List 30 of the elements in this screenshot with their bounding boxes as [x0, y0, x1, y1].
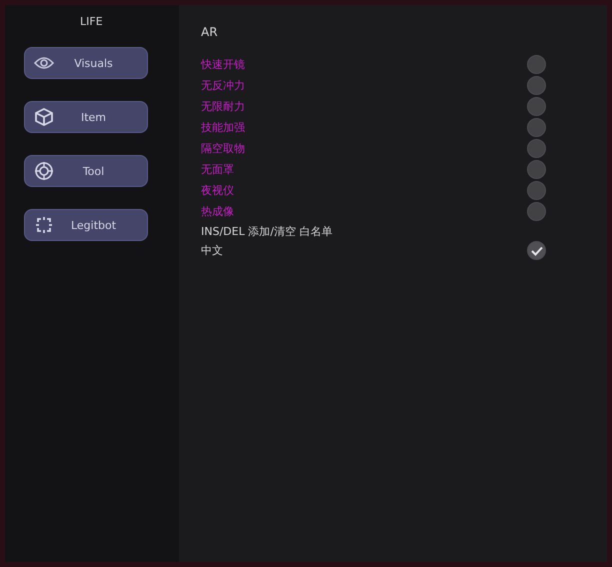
checkbox[interactable] [527, 55, 546, 74]
checkmark-icon [530, 246, 542, 256]
nav-button[interactable]: Item [24, 101, 148, 133]
option-label: 无面罩 [201, 162, 234, 177]
checkbox[interactable] [527, 118, 546, 137]
option-label: 无反冲力 [201, 78, 245, 93]
option-label: INS/DEL 添加/清空 白名单 [201, 224, 332, 238]
menu-title: LIFE [80, 15, 103, 28]
option-label: 中文 [201, 243, 223, 258]
checkbox[interactable] [527, 76, 546, 95]
cube-icon [34, 107, 54, 127]
option-label: 隔空取物 [201, 141, 245, 156]
nav-button[interactable]: Visuals [24, 47, 148, 79]
checkbox[interactable] [527, 139, 546, 158]
crosshair-icon [34, 215, 54, 235]
nav-button[interactable]: Legitbot [24, 209, 148, 241]
checkbox[interactable] [527, 97, 546, 116]
option-label: 无限耐力 [201, 99, 245, 114]
checkbox[interactable] [527, 202, 546, 221]
option-label: 快速开镜 [201, 57, 245, 72]
checkbox[interactable] [527, 241, 546, 260]
eye-icon [34, 56, 54, 70]
nav-button[interactable]: Tool [24, 155, 148, 187]
option-label: 技能加强 [201, 120, 245, 135]
checkbox[interactable] [527, 160, 546, 179]
checkbox[interactable] [527, 181, 546, 200]
option-label: 热成像 [201, 204, 234, 219]
panel-title: AR [201, 25, 219, 39]
option-label: 夜视仪 [201, 183, 234, 198]
target-icon [34, 161, 54, 181]
